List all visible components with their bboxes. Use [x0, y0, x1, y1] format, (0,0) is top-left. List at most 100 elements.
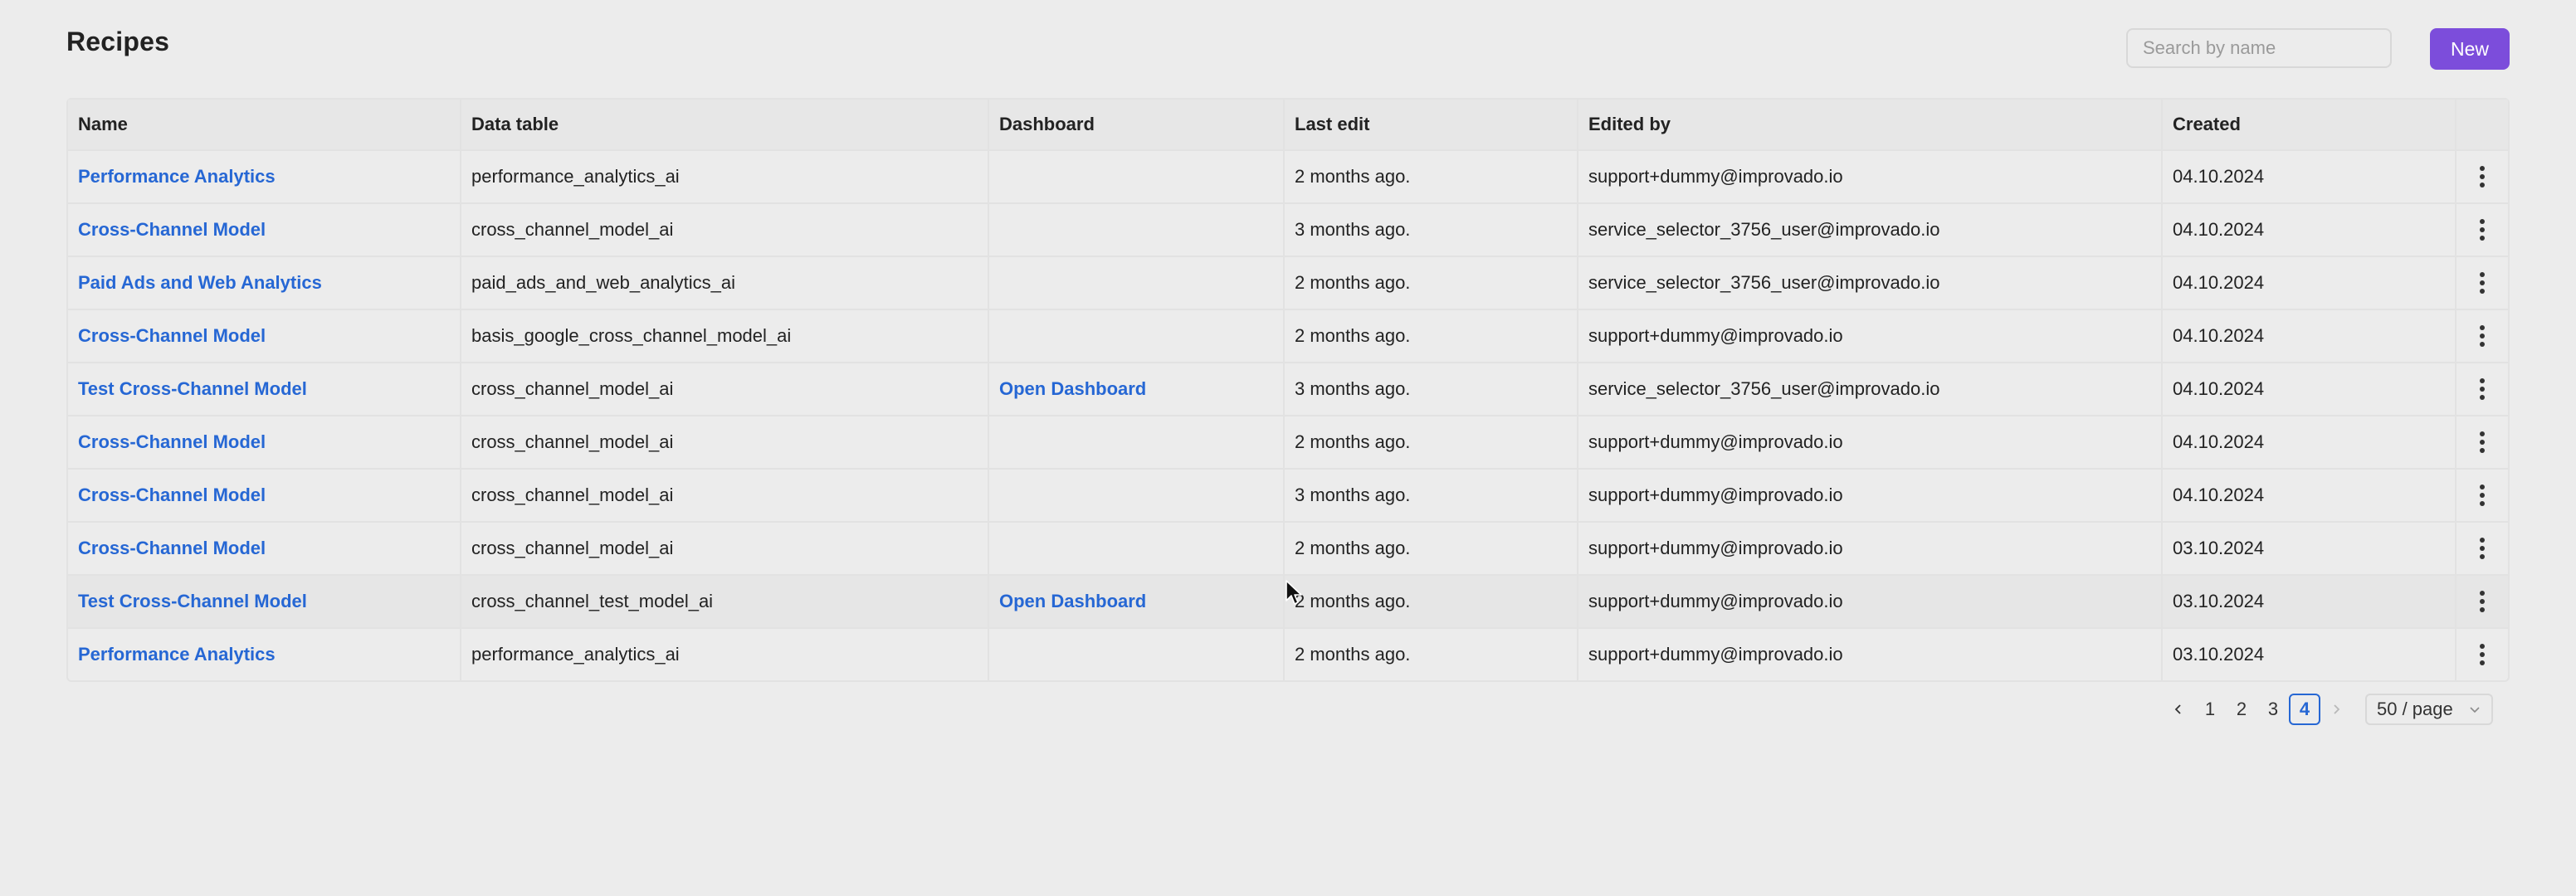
page-3[interactable]: 3	[2257, 694, 2289, 725]
created-cell: 04.10.2024	[2163, 416, 2456, 468]
dashboard-cell: Open Dashboard	[989, 363, 1285, 415]
created-cell-text: 04.10.2024	[2173, 431, 2265, 452]
more-vertical-icon[interactable]	[2471, 161, 2493, 192]
kebab-dot	[2480, 554, 2485, 559]
row-actions-cell	[2456, 523, 2508, 574]
recipe-name-cell-text[interactable]: Cross-Channel Model	[78, 219, 266, 241]
created-cell: 04.10.2024	[2163, 151, 2456, 202]
created-cell-text: 04.10.2024	[2173, 272, 2265, 293]
table-row[interactable]: Performance Analytics performance_analyti…	[68, 151, 2508, 204]
last-edit-cell: 2 months ago.	[1285, 523, 1578, 574]
edited-by-cell: support+dummy@improvado.io	[1578, 151, 2163, 202]
dashboard-cell	[989, 204, 1285, 256]
table-row[interactable]: Cross-Channel Model cross_channel_model_a…	[68, 204, 2508, 257]
last-edit-cell: 2 months ago.	[1285, 257, 1578, 309]
more-vertical-icon[interactable]	[2471, 533, 2493, 564]
table-row[interactable]: Paid Ads and Web Analytics paid_ads_and_w…	[68, 257, 2508, 310]
created-cell-text: 03.10.2024	[2173, 591, 2265, 611]
more-vertical-icon[interactable]	[2471, 426, 2493, 458]
search-input[interactable]	[2128, 30, 2390, 66]
dashboard-cell	[989, 151, 1285, 202]
new-recipe-button[interactable]: New	[2430, 28, 2510, 70]
data-table-cell-text: performance_analytics_ai	[471, 644, 680, 665]
more-vertical-icon[interactable]	[2471, 586, 2493, 617]
more-vertical-icon[interactable]	[2471, 214, 2493, 246]
page-1[interactable]: 1	[2194, 694, 2226, 725]
prev-page-button[interactable]	[2163, 694, 2194, 725]
column-header-data-table[interactable]: Data table	[461, 100, 989, 149]
recipe-name-cell-text[interactable]: Cross-Channel Model	[78, 538, 266, 559]
column-header-created[interactable]: Created	[2163, 100, 2456, 149]
more-vertical-icon[interactable]	[2471, 320, 2493, 352]
recipe-name-cell: Performance Analytics	[68, 629, 461, 680]
kebab-dot	[2480, 395, 2485, 400]
data-table-cell-text: cross_channel_test_model_ai	[471, 591, 714, 611]
pagination: 1 2 3 4 50 / page	[2163, 694, 2493, 725]
last-edit-cell: 2 months ago.	[1285, 416, 1578, 468]
data-table-cell-text: cross_channel_model_ai	[471, 431, 674, 452]
last-edit-cell-text: 2 months ago.	[1295, 431, 1411, 452]
column-header-last-edit[interactable]: Last edit	[1285, 100, 1578, 149]
chevron-down-icon	[2470, 707, 2480, 713]
recipe-name-cell-text[interactable]: Paid Ads and Web Analytics	[78, 272, 322, 294]
last-edit-cell: 3 months ago.	[1285, 363, 1578, 415]
recipe-name-cell: Performance Analytics	[68, 151, 461, 202]
dashboard-cell	[989, 416, 1285, 468]
column-header-edited-by[interactable]: Edited by	[1578, 100, 2163, 149]
table-row[interactable]: Cross-Channel Model basis_google_cross_ch…	[68, 310, 2508, 363]
last-edit-cell-text: 3 months ago.	[1295, 378, 1411, 399]
created-cell-text: 03.10.2024	[2173, 644, 2265, 665]
edited-by-cell-text: support+dummy@improvado.io	[1588, 325, 1843, 346]
recipe-name-cell-text[interactable]: Cross-Channel Model	[78, 485, 266, 506]
dashboard-cell-text[interactable]: Open Dashboard	[999, 378, 1146, 400]
last-edit-cell-text: 2 months ago.	[1295, 644, 1411, 665]
kebab-dot	[2480, 644, 2485, 649]
last-edit-cell-text: 2 months ago.	[1295, 325, 1411, 346]
last-edit-cell: 2 months ago.	[1285, 310, 1578, 362]
recipe-name-cell-text[interactable]: Test Cross-Channel Model	[78, 378, 307, 400]
kebab-dot	[2480, 493, 2485, 498]
data-table-cell-text: cross_channel_model_ai	[471, 378, 674, 399]
last-edit-cell-text: 3 months ago.	[1295, 485, 1411, 505]
created-cell-text: 04.10.2024	[2173, 166, 2265, 187]
created-cell: 04.10.2024	[2163, 470, 2456, 521]
page-title: Recipes	[66, 27, 170, 56]
page-4-current[interactable]: 4	[2289, 694, 2320, 725]
kebab-dot	[2480, 174, 2485, 179]
edited-by-cell-text: service_selector_3756_user@improvado.io	[1588, 378, 1940, 399]
more-vertical-icon[interactable]	[2471, 639, 2493, 670]
column-header-name[interactable]: Name	[68, 100, 461, 149]
recipe-name-cell-text[interactable]: Performance Analytics	[78, 166, 276, 187]
edited-by-cell: support+dummy@improvado.io	[1578, 629, 2163, 680]
dashboard-cell-text[interactable]: Open Dashboard	[999, 591, 1146, 612]
table-row[interactable]: Cross-Channel Model cross_channel_model_a…	[68, 416, 2508, 470]
dashboard-cell	[989, 257, 1285, 309]
last-edit-cell: 3 months ago.	[1285, 204, 1578, 256]
page-size-select[interactable]: 50 / page	[2365, 694, 2493, 725]
table-row[interactable]: Performance Analytics performance_analyti…	[68, 629, 2508, 680]
more-vertical-icon[interactable]	[2471, 373, 2493, 405]
edited-by-cell-text: support+dummy@improvado.io	[1588, 485, 1843, 505]
recipe-name-cell-text[interactable]: Test Cross-Channel Model	[78, 591, 307, 612]
row-actions-cell	[2456, 470, 2508, 521]
created-cell-text: 04.10.2024	[2173, 378, 2265, 399]
data-table-cell: cross_channel_model_ai	[461, 470, 989, 521]
recipe-name-cell-text[interactable]: Performance Analytics	[78, 644, 276, 665]
created-cell: 03.10.2024	[2163, 576, 2456, 627]
table-row[interactable]: Cross-Channel Model cross_channel_model_a…	[68, 470, 2508, 523]
next-page-button[interactable]	[2320, 694, 2352, 725]
recipe-name-cell-text[interactable]: Cross-Channel Model	[78, 325, 266, 347]
table-row[interactable]: Test Cross-Channel Model cross_channel_mo…	[68, 363, 2508, 416]
page-2[interactable]: 2	[2226, 694, 2257, 725]
created-cell-text: 04.10.2024	[2173, 485, 2265, 505]
edited-by-cell-text: support+dummy@improvado.io	[1588, 166, 1843, 187]
column-header-dashboard[interactable]: Dashboard	[989, 100, 1285, 149]
chevron-left-icon	[2174, 704, 2181, 714]
dashboard-cell	[989, 523, 1285, 574]
recipe-name-cell-text[interactable]: Cross-Channel Model	[78, 431, 266, 453]
edited-by-cell-text: service_selector_3756_user@improvado.io	[1588, 272, 1940, 293]
more-vertical-icon[interactable]	[2471, 480, 2493, 511]
more-vertical-icon[interactable]	[2471, 267, 2493, 299]
table-row[interactable]: Cross-Channel Model cross_channel_model_a…	[68, 523, 2508, 576]
row-actions-cell	[2456, 257, 2508, 309]
